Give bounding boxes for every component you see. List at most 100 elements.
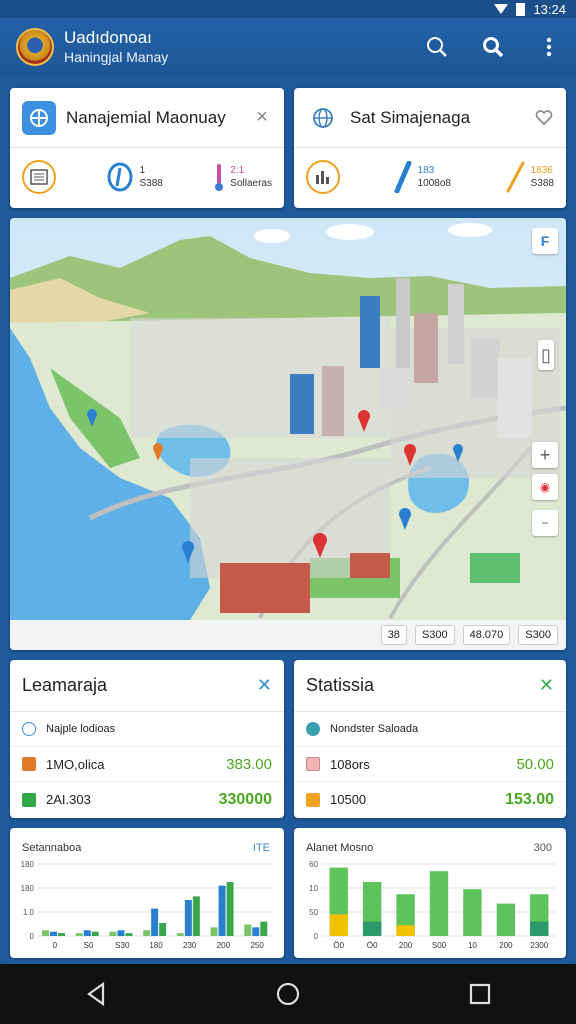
layers-button[interactable]: F xyxy=(532,228,558,254)
city-map[interactable]: F ▯ + ◉ − 38 S300 48.070 S300 xyxy=(10,218,566,650)
info-row-value: 153.00 xyxy=(505,790,554,808)
x-tick-label: 180 xyxy=(149,941,163,950)
tower-grey xyxy=(448,284,464,364)
stat-item: 1836 S388 xyxy=(505,161,554,193)
bar xyxy=(210,927,218,936)
top-card-title: Sat Simajenaga xyxy=(350,107,471,127)
y-tick-label: 180 xyxy=(21,884,35,893)
bar xyxy=(184,900,192,936)
cloud xyxy=(326,224,374,240)
y-tick-label: 50 xyxy=(309,908,318,917)
scale-chip[interactable]: S300 xyxy=(414,625,455,645)
x-tick-label: 200 xyxy=(217,941,231,950)
bar xyxy=(58,933,65,936)
info-row[interactable]: 1MO,olica 383.00 xyxy=(10,747,284,782)
close-icon[interactable]: ✕ xyxy=(257,675,272,696)
top-card-header: Nanajemial Maonuay × xyxy=(10,88,284,148)
info-row[interactable]: 2AI.303 330000 xyxy=(10,782,284,817)
pen-icon xyxy=(394,161,412,193)
stat-label: S388 xyxy=(530,178,554,189)
top-card-title: Nanajemial Maonuay xyxy=(66,107,226,127)
bar xyxy=(151,908,159,936)
bar xyxy=(192,896,200,936)
red-roof-building xyxy=(220,563,310,613)
tower-office xyxy=(470,338,500,398)
zoom-out-button[interactable]: − xyxy=(532,510,558,536)
top-card-stats: 183 1008o8 1836 S388 xyxy=(294,148,566,206)
bar xyxy=(252,927,260,936)
compass-button[interactable]: ▯ xyxy=(538,340,554,370)
chart-card-alanet: Alanet Mosno 300 60 10 50 0 Ö0 Ö0 200 S00 10 200 2… xyxy=(294,828,566,958)
star-icon xyxy=(306,792,320,807)
bar xyxy=(75,933,83,936)
bar xyxy=(429,871,449,936)
bar xyxy=(109,931,117,936)
back-icon[interactable] xyxy=(76,974,116,1014)
location-button[interactable]: ◉ xyxy=(532,474,558,500)
bar xyxy=(42,930,49,936)
map-canvas[interactable] xyxy=(10,218,566,620)
stat-label: S388 xyxy=(139,178,163,189)
info-row-label: Najple lodioas xyxy=(46,723,116,735)
x-tick-label: 250 xyxy=(250,941,264,950)
emblem-logo xyxy=(16,28,54,66)
app-actions xyxy=(424,18,562,76)
top-card-management[interactable]: Nanajemial Maonuay × 1 S388 2:1 Sollaeras xyxy=(10,88,284,208)
x-tick-label: 0 xyxy=(53,941,58,950)
square-icon xyxy=(22,792,36,807)
info-card-title: Leamaraja xyxy=(22,675,108,695)
info-icon xyxy=(22,722,36,736)
tower-brown xyxy=(414,313,438,383)
scale-chip[interactable]: 38 xyxy=(380,625,407,645)
stat-item: 2:1 Sollaeras xyxy=(214,162,272,192)
x-tick-label: 2300 xyxy=(530,941,548,950)
recents-icon[interactable] xyxy=(460,974,500,1014)
close-icon[interactable]: × xyxy=(252,106,272,128)
y-tick-label: 0 xyxy=(30,932,35,941)
scale-chip[interactable]: S300 xyxy=(518,625,558,645)
home-icon[interactable] xyxy=(268,974,308,1014)
bar xyxy=(143,930,151,936)
bar xyxy=(176,933,184,936)
info-row[interactable]: Najple lodioas xyxy=(10,712,284,747)
tower-brick xyxy=(322,366,344,436)
stat-value: 1836 xyxy=(530,165,553,176)
bar xyxy=(83,930,91,936)
search-outline-icon[interactable] xyxy=(424,34,450,60)
status-bar: 13:24 xyxy=(0,0,576,18)
bar xyxy=(496,903,516,936)
info-row[interactable]: Nondster Saloada xyxy=(294,712,566,747)
list-icon[interactable] xyxy=(22,160,56,194)
info-row-label: Nondster Saloada xyxy=(330,723,419,735)
heart-icon[interactable] xyxy=(534,108,554,128)
signal-icon xyxy=(494,4,509,14)
bar xyxy=(260,921,268,936)
info-card-title: Statissia xyxy=(306,675,375,695)
bar-segment xyxy=(329,914,348,936)
x-tick-label: S0 xyxy=(84,941,94,950)
x-tick-label: Ö0 xyxy=(333,941,344,950)
bar-chart-icon[interactable] xyxy=(306,160,340,194)
stadium-roof xyxy=(470,553,520,583)
info-row[interactable]: 108ors 50.00 xyxy=(294,747,566,782)
bar-segment xyxy=(530,921,549,936)
bar xyxy=(159,923,167,936)
search-icon[interactable] xyxy=(480,34,506,60)
zoom-in-button[interactable]: + xyxy=(532,442,558,468)
tower-blue xyxy=(360,296,380,368)
close-icon[interactable]: ✕ xyxy=(539,675,554,696)
tag-icon xyxy=(22,757,36,771)
y-tick-label: 0 xyxy=(314,932,319,941)
cloud xyxy=(448,223,492,237)
top-card-simajenaga[interactable]: Sat Simajenaga 183 1008o8 1836 S388 xyxy=(294,88,566,208)
x-tick-label: 230 xyxy=(183,941,197,950)
info-row[interactable]: 10500 153.00 xyxy=(294,782,566,817)
info-card-statissia: Statissia ✕ Nondster Saloada 108ors 50.0… xyxy=(294,660,566,818)
more-vert-icon[interactable] xyxy=(536,34,562,60)
scale-chip[interactable]: 48.070 xyxy=(462,625,511,645)
y-tick-label: 1.0 xyxy=(23,908,35,917)
info-row-label: 10500 xyxy=(330,792,367,807)
stat-item: 1 S388 xyxy=(107,162,163,192)
stat-value: 183 xyxy=(417,165,435,176)
bar-chart: 60 10 50 0 Ö0 Ö0 200 S00 10 200 2300 xyxy=(309,860,556,950)
